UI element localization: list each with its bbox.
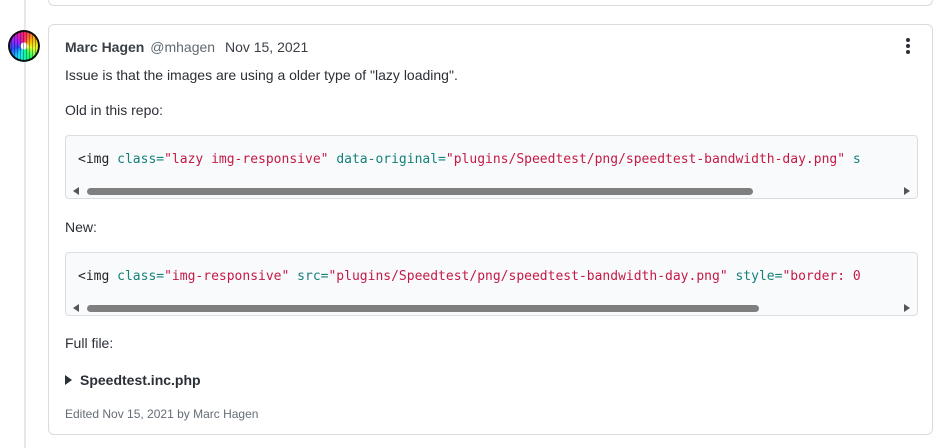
edited-note: Edited Nov 15, 2021 by Marc Hagen — [65, 407, 259, 421]
scrollbar-thumb[interactable] — [87, 305, 759, 312]
code-attr: style= — [735, 269, 783, 284]
author-name[interactable]: Marc Hagen — [65, 39, 144, 55]
details-summary-label: Speedtest.inc.php — [80, 372, 201, 388]
horizontal-scrollbar[interactable] — [66, 301, 917, 315]
disclosure-triangle-icon — [65, 375, 72, 385]
menu-dot — [906, 44, 910, 48]
author-handle[interactable]: @mhagen — [150, 39, 215, 55]
previous-comment-card — [48, 0, 933, 6]
full-file-label: Full file: — [65, 335, 114, 351]
scroll-right-arrow-icon[interactable] — [904, 187, 910, 195]
old-code-line: <img class="lazy img-responsive" data-or… — [78, 151, 861, 169]
scroll-left-arrow-icon[interactable] — [73, 187, 79, 195]
code-attr: s — [852, 152, 861, 167]
details-summary-toggle[interactable]: Speedtest.inc.php — [65, 371, 201, 389]
code-string: "img-responsive" — [164, 269, 290, 284]
scroll-left-arrow-icon[interactable] — [73, 304, 79, 312]
horizontal-scrollbar[interactable] — [66, 184, 917, 198]
comment-header: Marc Hagen @mhagen Nov 15, 2021 — [65, 38, 308, 56]
menu-dot — [906, 38, 910, 42]
code-attr: class= — [117, 269, 165, 284]
code-string: "plugins/Speedtest/png/speedtest-bandwid… — [445, 152, 846, 167]
kebab-menu-icon[interactable] — [902, 37, 914, 55]
code-string: "lazy img-responsive" — [164, 152, 329, 167]
old-code-block[interactable]: <img class="lazy img-responsive" data-or… — [65, 135, 918, 199]
old-code-label: Old in this repo: — [65, 102, 164, 118]
avatar[interactable] — [8, 30, 40, 62]
code-string: "border: 0 — [782, 269, 861, 284]
new-code-block[interactable]: <img class="img-responsive" src="plugins… — [65, 252, 918, 316]
comment-card: Marc Hagen @mhagen Nov 15, 2021 Issue is… — [48, 24, 933, 435]
timeline-line — [24, 0, 26, 448]
code-attr: class= — [117, 152, 165, 167]
code-string: "plugins/Speedtest/png/speedtest-bandwid… — [328, 269, 728, 284]
code-attr: data-original= — [336, 152, 446, 167]
scrollbar-thumb[interactable] — [87, 188, 753, 195]
new-code-line: <img class="img-responsive" src="plugins… — [78, 268, 861, 286]
new-code-label: New: — [65, 219, 97, 235]
code-tag: <img — [78, 152, 110, 167]
code-tag: <img — [78, 269, 110, 284]
code-attr: src= — [297, 269, 329, 284]
scroll-right-arrow-icon[interactable] — [904, 304, 910, 312]
comment-intro-text: Issue is that the images are using a old… — [65, 67, 458, 83]
menu-dot — [906, 50, 910, 54]
comment-date[interactable]: Nov 15, 2021 — [225, 39, 308, 55]
